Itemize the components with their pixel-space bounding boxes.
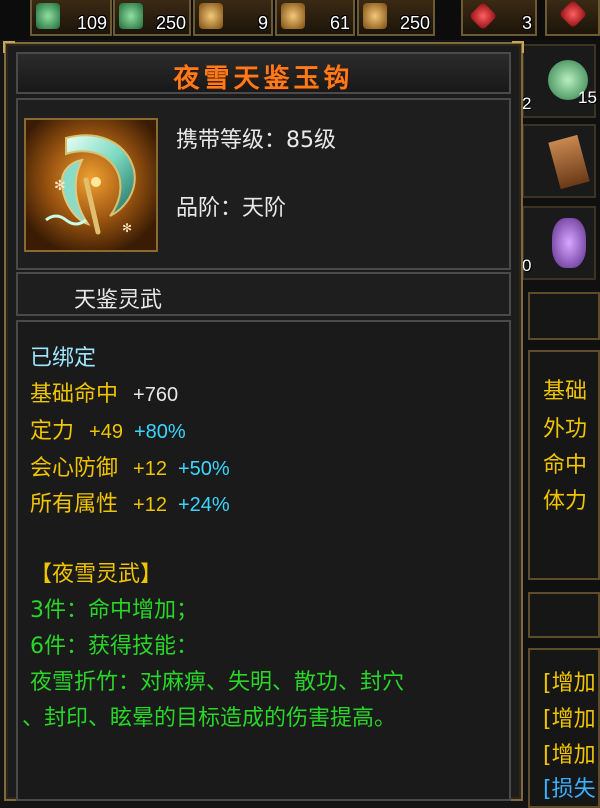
frame-corner <box>512 41 524 53</box>
gold-ore-icon <box>363 3 387 29</box>
inventory-slot[interactable]: 3 <box>461 0 537 36</box>
item-count: 61 <box>329 13 350 33</box>
item-header: ✻ ✻ 携带等级：85级 品阶：天阶 <box>16 98 511 270</box>
jade-hook-weapon-icon: ✻ ✻ <box>26 120 156 250</box>
background-bonus-line: [增加 <box>543 743 596 768</box>
stat-name: 定力 <box>30 419 75 444</box>
bound-status: 已绑定 <box>30 346 97 371</box>
item-name: 夜雪天鉴玉钩 <box>173 64 354 94</box>
jade-potion-icon <box>36 3 60 29</box>
gold-ore-icon <box>199 3 223 29</box>
set-name: 【夜雪灵武】 <box>30 562 163 587</box>
level-requirement: 携带等级：85级 <box>176 128 336 153</box>
item-count: 2 <box>522 94 532 113</box>
item-count: 9 <box>257 13 268 33</box>
item-count: 0 <box>522 256 532 275</box>
set-bonus-3: 3件：命中增加； <box>30 598 198 623</box>
inventory-slot[interactable] <box>545 0 600 36</box>
stat-base-value: +49 <box>89 421 123 443</box>
item-count: 250 <box>399 13 430 33</box>
svg-text:✻: ✻ <box>54 178 66 194</box>
stat-line: 定力 +49 +80% <box>30 419 186 445</box>
red-gem-icon <box>468 1 498 31</box>
background-bonus-line: [损失 <box>543 777 596 802</box>
item-stats-panel: 已绑定 基础命中 +760 定力 +49 +80% 会心防御 +12 +50% … <box>16 320 511 801</box>
item-count: 15 <box>578 88 597 107</box>
frame-corner <box>3 41 15 53</box>
background-tooltip-divider <box>528 592 600 638</box>
set-bonus-6: 6件：获得技能： <box>30 634 198 659</box>
red-gem-icon <box>558 0 588 29</box>
stat-base-value: +760 <box>133 384 179 406</box>
stat-percent-value: +24% <box>177 494 230 516</box>
item-title-bar: 夜雪天鉴玉钩 <box>16 52 511 94</box>
item-subtype-bar: 天鉴灵武 <box>16 272 511 316</box>
item-count: 250 <box>155 13 186 33</box>
inventory-slot[interactable]: 250 <box>357 0 435 36</box>
inventory-slot[interactable] <box>522 124 596 198</box>
background-stat-line: 基础 <box>543 379 588 404</box>
item-tooltip: 夜雪天鉴玉钩 ✻ ✻ 携带等级：85级 品阶：天阶 天鉴灵武 已绑定 基础命中 … <box>3 41 524 801</box>
stat-base-value: +12 <box>133 494 167 516</box>
stat-name: 会心防御 <box>30 456 119 481</box>
svg-text:✻: ✻ <box>122 221 132 235</box>
item-count: 3 <box>521 13 532 33</box>
inventory-top-row: 109 250 9 61 250 3 <box>0 0 600 40</box>
inventory-slot[interactable]: 250 <box>113 0 191 36</box>
gold-ore-icon <box>281 3 305 29</box>
item-count: 109 <box>76 13 107 33</box>
set-skill-description-cont: 、封印、眩晕的目标造成的伤害提高。 <box>22 706 397 731</box>
inventory-slot[interactable]: 9 <box>193 0 273 36</box>
inventory-slot[interactable]: 0 <box>522 206 596 280</box>
stat-name: 所有属性 <box>30 492 119 517</box>
item-icon-frame: ✻ ✻ <box>24 118 158 252</box>
background-stat-line: 体力 <box>543 489 588 514</box>
stat-percent-value: +80% <box>133 421 186 443</box>
background-stat-line: 外功 <box>543 417 588 442</box>
item-subtype: 天鉴灵武 <box>74 288 163 313</box>
scroll-icon <box>548 134 590 190</box>
inventory-slot[interactable]: 61 <box>275 0 355 36</box>
background-bonus-line: [增加 <box>543 707 596 732</box>
background-bonus-line: [增加 <box>543 671 596 696</box>
item-grade: 品阶：天阶 <box>176 196 287 221</box>
set-skill-description: 夜雪折竹：对麻痹、失明、散功、封穴 <box>30 670 405 695</box>
background-tooltip-header <box>528 292 600 340</box>
stat-base-value: +12 <box>133 458 167 480</box>
stat-percent-value: +50% <box>177 458 230 480</box>
stat-name: 基础命中 <box>30 382 119 407</box>
stat-line: 所有属性 +12 +24% <box>30 492 230 518</box>
jade-potion-icon <box>119 3 143 29</box>
inventory-slot[interactable]: 109 <box>30 0 112 36</box>
purple-charm-icon <box>552 218 586 268</box>
background-stat-line: 命中 <box>543 453 588 478</box>
stat-line: 会心防御 +12 +50% <box>30 456 230 482</box>
stat-line: 基础命中 +760 <box>30 382 178 408</box>
